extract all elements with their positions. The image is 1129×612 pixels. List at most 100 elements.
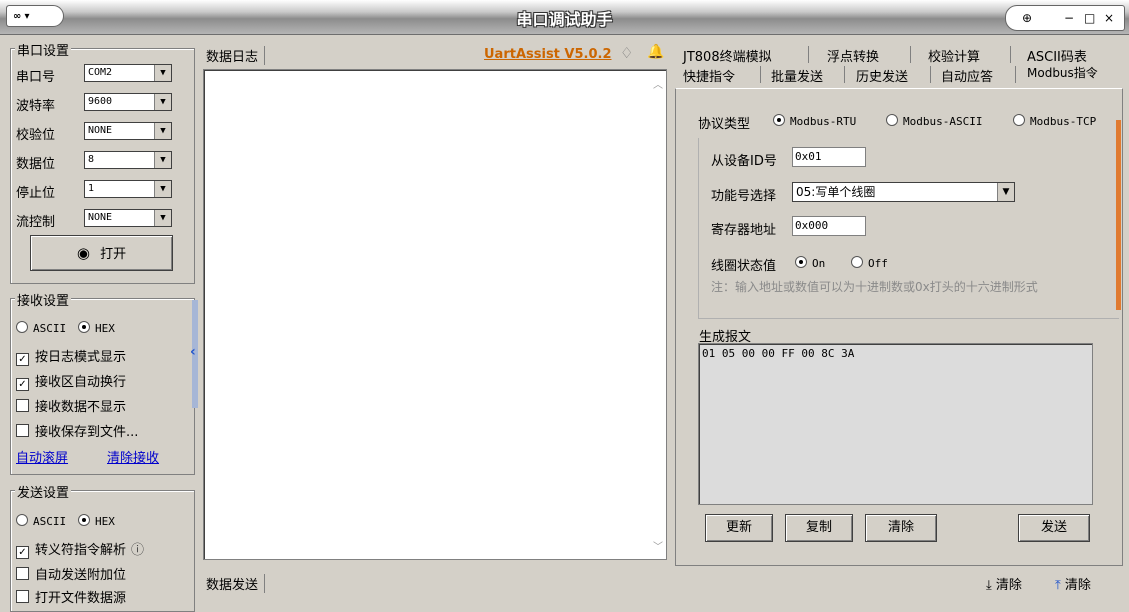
checkbox-icon: [16, 424, 29, 437]
protocol-rtu-label: Modbus-RTU: [790, 115, 857, 128]
radio-selected-icon: [795, 256, 807, 268]
tab-data-send[interactable]: 数据发送: [206, 574, 266, 593]
data-log-area[interactable]: ︿ ﹀: [203, 69, 667, 560]
arrow-down-icon: ⤓: [986, 578, 992, 593]
coil-off-radio[interactable]: Off: [851, 256, 888, 270]
copy-button[interactable]: 复制: [785, 514, 853, 542]
auto-scroll-link[interactable]: 自动滚屏: [16, 447, 68, 466]
send-option-append[interactable]: 自动发送附加位: [16, 564, 126, 583]
receive-ascii-label: ASCII: [33, 322, 67, 335]
checkbox-checked-icon: ✓: [16, 546, 29, 559]
protocol-tcp-radio[interactable]: Modbus-TCP: [1013, 114, 1096, 128]
tab-history-send[interactable]: 历史发送: [856, 66, 908, 85]
send-hex-radio[interactable]: HEX: [78, 514, 115, 528]
receive-hex-label: HEX: [95, 322, 115, 335]
chevron-down-icon: ▼: [154, 152, 171, 168]
slave-id-input[interactable]: 0x01: [792, 147, 866, 167]
port-select[interactable]: COM2 ▼: [84, 64, 172, 82]
parity-label: 校验位: [16, 128, 56, 143]
clear-message-button[interactable]: 清除: [865, 514, 937, 542]
clear-all-button[interactable]: ⤒ 清除: [1055, 574, 1091, 593]
receive-option-label: 接收区自动换行: [35, 375, 127, 390]
arrow-up-icon: ⤒: [1055, 578, 1061, 593]
generated-message-area[interactable]: 01 05 00 00 FF 00 8C 3A: [698, 343, 1093, 505]
port-label: 串口号: [16, 70, 56, 85]
receive-hex-radio[interactable]: HEX: [78, 321, 115, 335]
send-ascii-label: ASCII: [33, 515, 67, 528]
tab-checksum[interactable]: 校验计算: [928, 46, 980, 65]
scroll-up-icon[interactable]: ︿: [653, 76, 663, 91]
pin-icon[interactable]: ⊕: [1022, 6, 1032, 30]
send-option-label: 打开文件数据源: [35, 591, 127, 606]
input-note: 注：输入地址或数值可以为十进制数或0x打头的十六进制形式: [711, 280, 1038, 294]
send-button[interactable]: 发送: [1018, 514, 1090, 542]
title-bar: ∞ ▾ 串口调试助手 ⊕ − □ ×: [0, 0, 1129, 35]
slave-id-label: 从设备ID号: [711, 154, 777, 169]
scroll-down-icon[interactable]: ﹀: [653, 538, 663, 553]
receive-option-hide-data[interactable]: 接收数据不显示: [16, 396, 126, 415]
port-value: COM2: [88, 67, 113, 78]
info-icon[interactable]: ⓘ: [131, 543, 144, 558]
receive-option-save-file[interactable]: 接收保存到文件...: [16, 421, 138, 440]
send-ascii-radio[interactable]: ASCII: [16, 514, 66, 528]
version-link[interactable]: UartAssist V5.0.2: [484, 47, 612, 62]
register-input[interactable]: 0x000: [792, 216, 866, 236]
tab-ascii-table[interactable]: ASCII码表: [1027, 46, 1087, 65]
open-port-button[interactable]: ◉ 打开: [30, 235, 173, 271]
receive-settings-title: 接收设置: [15, 290, 72, 309]
parity-select[interactable]: NONE ▼: [84, 122, 172, 140]
send-option-label: 转义符指令解析: [35, 543, 127, 558]
tab-quick-cmd[interactable]: 快捷指令: [683, 66, 735, 85]
collapse-left-icon[interactable]: ‹: [190, 344, 196, 360]
bell-icon[interactable]: 🔔: [647, 44, 664, 60]
protocol-ascii-radio[interactable]: Modbus-ASCII: [886, 114, 982, 128]
chevron-down-icon: ▼: [154, 65, 171, 81]
stopbits-select[interactable]: 1 ▼: [84, 180, 172, 198]
receive-option-log-mode[interactable]: ✓ 按日志模式显示: [16, 346, 126, 366]
stopbits-label: 停止位: [16, 186, 56, 201]
maximize-button[interactable]: □: [1084, 6, 1095, 30]
coil-on-label: On: [812, 257, 826, 270]
tab-float-convert[interactable]: 浮点转换: [827, 46, 879, 65]
clear-send-button[interactable]: ⤓ 清除: [986, 574, 1022, 593]
function-label: 功能号选择: [711, 189, 777, 204]
checkbox-icon: [16, 399, 29, 412]
databits-select[interactable]: 8 ▼: [84, 151, 172, 169]
receive-ascii-radio[interactable]: ASCII: [16, 321, 66, 335]
close-button[interactable]: ×: [1104, 6, 1114, 30]
radio-selected-icon: [78, 321, 90, 333]
radio-selected-icon: [78, 514, 90, 526]
baud-value: 9600: [88, 96, 113, 107]
checkbox-checked-icon: ✓: [16, 378, 29, 391]
receive-option-label: 接收数据不显示: [35, 400, 127, 415]
minimize-button[interactable]: −: [1064, 6, 1074, 30]
tab-batch-send[interactable]: 批量发送: [771, 66, 823, 85]
databits-label: 数据位: [16, 157, 56, 172]
coil-label: 线圈状态值: [711, 259, 777, 274]
flow-select[interactable]: NONE ▼: [84, 209, 172, 227]
radio-icon: [16, 514, 28, 526]
send-option-file-source[interactable]: 打开文件数据源: [16, 587, 126, 606]
protocol-ascii-label: Modbus-ASCII: [903, 115, 983, 128]
send-option-escape[interactable]: ✓ 转义符指令解析 ⓘ: [16, 539, 144, 559]
baud-select[interactable]: 9600 ▼: [84, 93, 172, 111]
checkbox-icon: [16, 590, 29, 603]
tab-modbus[interactable]: Modbus指令: [1027, 64, 1098, 81]
protocol-rtu-radio[interactable]: Modbus-RTU: [773, 114, 856, 128]
update-button[interactable]: 更新: [705, 514, 773, 542]
baud-label: 波特率: [16, 99, 56, 114]
receive-option-auto-wrap[interactable]: ✓ 接收区自动换行: [16, 371, 126, 391]
chevron-down-icon: ▼: [154, 210, 171, 226]
function-select[interactable]: 05:写单个线圈 ▼: [792, 182, 1015, 202]
receive-option-label: 接收保存到文件...: [35, 425, 139, 440]
receive-option-label: 按日志模式显示: [35, 350, 127, 365]
clear-receive-link[interactable]: 清除接收: [107, 447, 159, 466]
coil-on-radio[interactable]: On: [795, 256, 825, 270]
tab-auto-reply[interactable]: 自动应答: [941, 66, 993, 85]
flow-label: 流控制: [16, 215, 56, 230]
tab-jt808[interactable]: JT808终端模拟: [683, 46, 772, 65]
protocol-label: 协议类型: [698, 117, 751, 132]
diamond-icon[interactable]: ♢: [620, 44, 633, 62]
tab-data-log[interactable]: 数据日志: [206, 46, 266, 65]
function-value: 05:写单个线圈: [796, 185, 876, 199]
